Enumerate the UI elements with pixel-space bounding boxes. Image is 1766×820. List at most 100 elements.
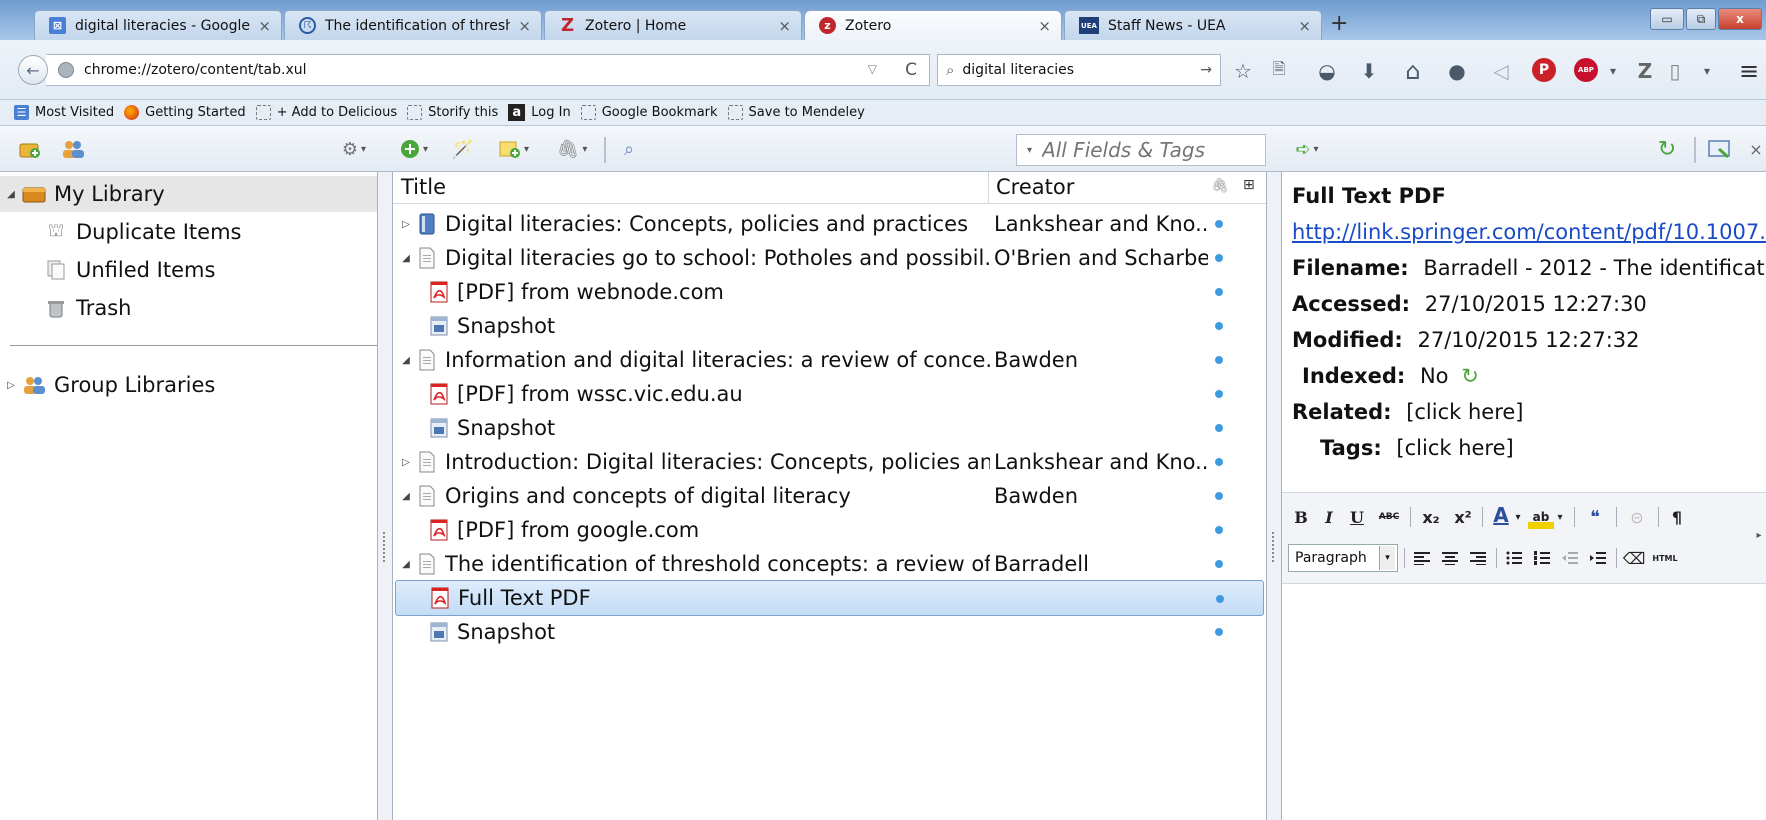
highlight-button[interactable]: ab — [1528, 505, 1554, 529]
zotero-connector-icon[interactable]: Z — [1632, 58, 1658, 84]
home-icon[interactable]: ⌂ — [1400, 57, 1426, 85]
new-item-icon[interactable]: ▾ — [394, 137, 434, 161]
bookmark-most-visited[interactable]: ☰ Most Visited — [14, 105, 114, 120]
attachment-url-link[interactable]: http://link.springer.com/content/pdf/10.… — [1292, 220, 1766, 244]
right-pane-splitter[interactable] — [1267, 172, 1281, 820]
bookmark-save-to-mendeley[interactable]: Save to Mendeley — [727, 105, 865, 120]
bullet-list-button[interactable] — [1502, 546, 1526, 570]
superscript-button[interactable]: x² — [1450, 505, 1476, 529]
item-row[interactable]: Snapshot — [395, 410, 1264, 446]
collection-my-library[interactable]: ◢ My Library — [0, 176, 377, 212]
item-row[interactable]: Full Text PDF — [395, 580, 1264, 616]
indent-button[interactable] — [1586, 546, 1610, 570]
italic-button[interactable]: I — [1318, 505, 1340, 529]
twisty-open-icon[interactable]: ◢ — [399, 253, 413, 264]
item-row[interactable]: Snapshot — [395, 308, 1264, 344]
twisty-open-icon[interactable]: ◢ — [4, 189, 18, 200]
pinterest-icon[interactable]: P — [1532, 58, 1556, 82]
new-note-icon[interactable]: ▾ — [494, 137, 534, 161]
page-menu-icon[interactable]: ▾ — [1694, 58, 1720, 84]
chat-icon[interactable]: ● — [1444, 58, 1470, 84]
splitter-grip[interactable] — [383, 532, 386, 562]
collection-duplicate-items[interactable]: ⛫ Duplicate Items — [0, 214, 377, 250]
bookmark-log-in[interactable]: a Log In — [508, 104, 571, 121]
twisty-open-icon[interactable]: ◢ — [399, 559, 413, 570]
chevron-down-icon[interactable]: ▾ — [1379, 546, 1395, 570]
item-row[interactable]: ◢ Information and digital literacies: a r… — [395, 342, 1264, 378]
zotero-search-field[interactable]: ▾ — [1016, 134, 1266, 166]
item-row[interactable]: ◢ The identification of threshold concept… — [395, 546, 1264, 582]
blockquote-button[interactable]: ❝ — [1582, 505, 1608, 529]
item-row[interactable]: [PDF] from wssc.vic.edu.au — [395, 376, 1264, 412]
twisty-open-icon[interactable]: ◢ — [399, 355, 413, 366]
align-center-button[interactable] — [1438, 546, 1462, 570]
text-color-button[interactable]: A — [1490, 503, 1512, 527]
left-pane-splitter[interactable] — [378, 172, 392, 820]
twisty-open-icon[interactable]: ◢ — [399, 491, 413, 502]
adblock-icon[interactable]: ABP — [1574, 58, 1598, 82]
close-window-button[interactable]: x — [1718, 8, 1762, 30]
close-zotero-icon[interactable]: × — [1748, 137, 1764, 161]
link-button[interactable]: ⊝ — [1624, 505, 1650, 529]
strikethrough-button[interactable]: ABC — [1374, 505, 1404, 529]
bookmark-add-to-delicious[interactable]: + Add to Delicious — [255, 105, 397, 120]
advanced-search-icon[interactable]: ⌕ — [616, 137, 642, 161]
item-row[interactable]: ▷ Introduction: Digital literacies: Conce… — [395, 444, 1264, 480]
align-left-button[interactable] — [1410, 546, 1434, 570]
search-bar[interactable]: ⌕ digital literacies → — [937, 54, 1221, 86]
locate-icon[interactable]: ➪ ▾ — [1288, 137, 1326, 161]
fullscreen-icon[interactable] — [1706, 137, 1734, 161]
numbered-list-button[interactable] — [1530, 546, 1554, 570]
search-go-icon[interactable]: → — [1200, 62, 1212, 78]
tab-google-scholar[interactable]: ⊠ digital literacies - Google S... × — [34, 10, 282, 40]
attachment-filename[interactable]: Barradell - 2012 - The identificatio... — [1423, 256, 1766, 280]
maximize-button[interactable]: ⧉ — [1686, 8, 1716, 30]
zotero-search-input[interactable] — [1042, 138, 1243, 162]
underline-button[interactable]: U — [1346, 505, 1368, 529]
pocket-icon[interactable]: ◒ — [1314, 58, 1340, 84]
note-editor-body[interactable] — [1282, 584, 1766, 820]
related-click-here[interactable]: [click here] — [1406, 400, 1523, 424]
subscript-button[interactable]: x₂ — [1418, 505, 1444, 529]
item-row[interactable]: [PDF] from webnode.com — [395, 274, 1264, 310]
clear-formatting-icon[interactable]: ⌫ — [1622, 546, 1646, 570]
attach-icon[interactable]: 🖇 ▾ — [552, 137, 592, 161]
item-row[interactable]: Snapshot — [395, 614, 1264, 650]
sync-icon[interactable]: ↻ — [1654, 137, 1680, 162]
bookmark-google-bookmark[interactable]: Google Bookmark — [580, 105, 718, 120]
tab-zotero-home[interactable]: Z Zotero | Home × — [544, 10, 802, 40]
twisty-closed-icon[interactable]: ▷ — [4, 380, 18, 391]
item-row[interactable]: ◢ Origins and concepts of digital literac… — [395, 478, 1264, 514]
minimize-button[interactable]: ▭ — [1650, 8, 1684, 30]
paragraph-direction-button[interactable]: ¶ — [1664, 505, 1690, 529]
close-tab-icon[interactable]: × — [778, 17, 791, 35]
bold-button[interactable]: B — [1290, 505, 1312, 529]
splitter-grip[interactable] — [1272, 532, 1275, 562]
reload-icon[interactable]: C — [905, 60, 917, 80]
twisty-closed-icon[interactable]: ▷ — [399, 457, 413, 468]
column-picker-icon[interactable]: ⊞ — [1243, 177, 1255, 193]
item-row[interactable]: ◢ Digital literacies go to school: Pothol… — [395, 240, 1264, 276]
column-header-creator[interactable]: Creator — [996, 175, 1074, 199]
close-tab-icon[interactable]: × — [1298, 17, 1311, 35]
tab-springer[interactable]: ☈ The identification of thresh... × — [284, 10, 542, 40]
history-dropdown-icon[interactable]: ▽ — [868, 62, 877, 76]
tab-staff-news[interactable]: UEA Staff News - UEA × — [1064, 10, 1322, 40]
new-item-by-identifier-icon[interactable]: 🪄 — [450, 137, 476, 161]
text-color-caret-icon[interactable]: ▾ — [1512, 505, 1524, 529]
item-row[interactable]: ▷ Digital literacies: Concepts, policies … — [395, 206, 1264, 242]
editor-scroll-icon[interactable]: ▸ — [1752, 523, 1766, 547]
download-icon[interactable]: ⬇ — [1356, 58, 1382, 84]
search-mode-dropdown-icon[interactable]: ▾ — [1027, 145, 1032, 156]
bookmark-storify[interactable]: Storify this — [407, 105, 498, 120]
url-bar[interactable]: chrome://zotero/content/tab.xul ▽ C — [46, 54, 930, 86]
collection-trash[interactable]: Trash — [0, 290, 377, 326]
search-input[interactable]: digital literacies — [962, 62, 1074, 78]
outdent-button[interactable] — [1558, 546, 1582, 570]
html-source-button[interactable]: HTML — [1648, 546, 1682, 570]
page-icon[interactable]: ▯ — [1662, 58, 1688, 84]
tab-zotero[interactable]: z Zotero × — [804, 10, 1062, 40]
menu-icon[interactable]: ≡ — [1736, 57, 1762, 85]
twisty-closed-icon[interactable]: ▷ — [399, 219, 413, 230]
align-right-button[interactable] — [1466, 546, 1490, 570]
